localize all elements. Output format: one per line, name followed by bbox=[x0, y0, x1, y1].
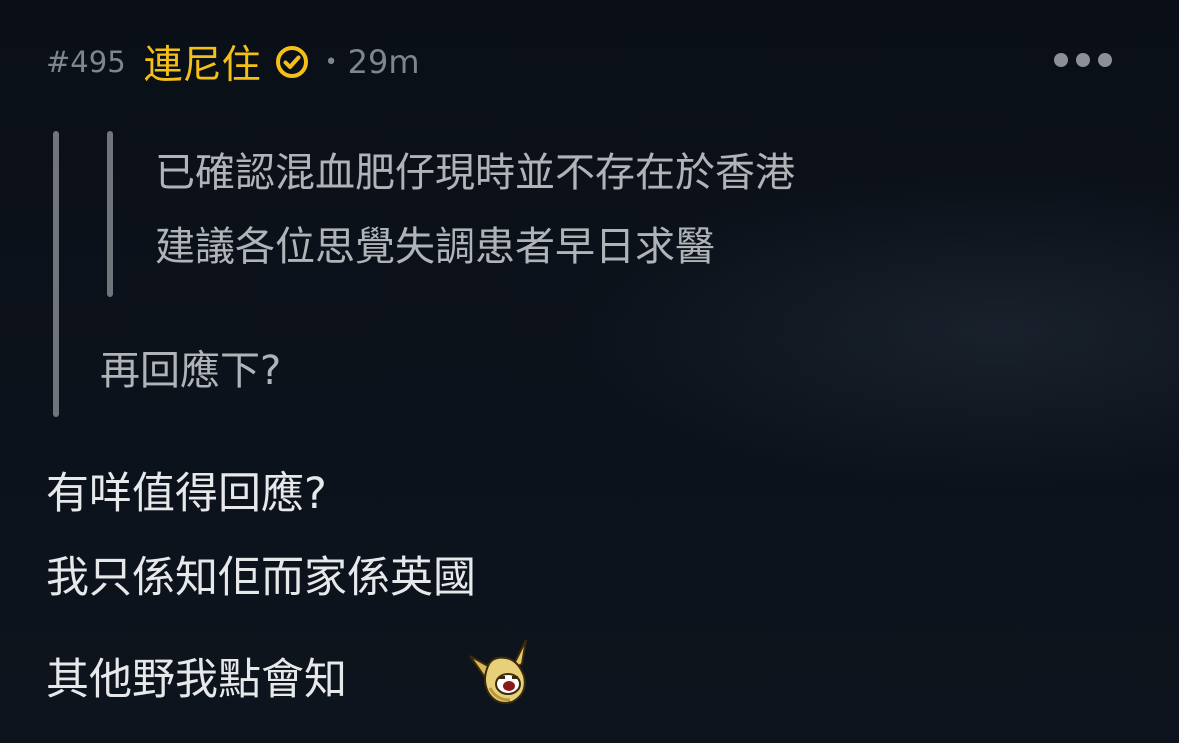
reply-line: 其他野我點會知 bbox=[46, 655, 347, 705]
reply-line: 有咩值得回應? bbox=[46, 469, 327, 519]
more-options-icon[interactable] bbox=[1054, 50, 1112, 70]
post-time: 29m bbox=[347, 43, 420, 81]
more-dot bbox=[1054, 53, 1068, 67]
post: #495 連尼住 • 29m 已確認混血肥仔現時並不存在於香港 建議各位思覺失調… bbox=[0, 0, 1179, 743]
nested-quote-line: 已確認混血肥仔現時並不存在於香港 bbox=[155, 150, 795, 196]
reply-line: 我只係知佢而家係英國 bbox=[46, 553, 476, 603]
more-dot bbox=[1076, 53, 1090, 67]
username[interactable]: 連尼住 bbox=[144, 34, 261, 90]
floor-number[interactable]: #495 bbox=[46, 45, 126, 79]
more-dot bbox=[1098, 53, 1112, 67]
quote-line: 再回應下? bbox=[100, 348, 282, 394]
verified-check-icon bbox=[275, 45, 309, 79]
post-header: #495 連尼住 • 29m bbox=[46, 36, 420, 88]
nested-quote-line: 建議各位思覺失調患者早日求醫 bbox=[155, 224, 715, 270]
separator-dot: • bbox=[324, 49, 338, 75]
quote-bar-outer bbox=[53, 131, 59, 417]
quote-bar-inner bbox=[107, 131, 113, 297]
banana-sticker-icon bbox=[466, 636, 538, 708]
